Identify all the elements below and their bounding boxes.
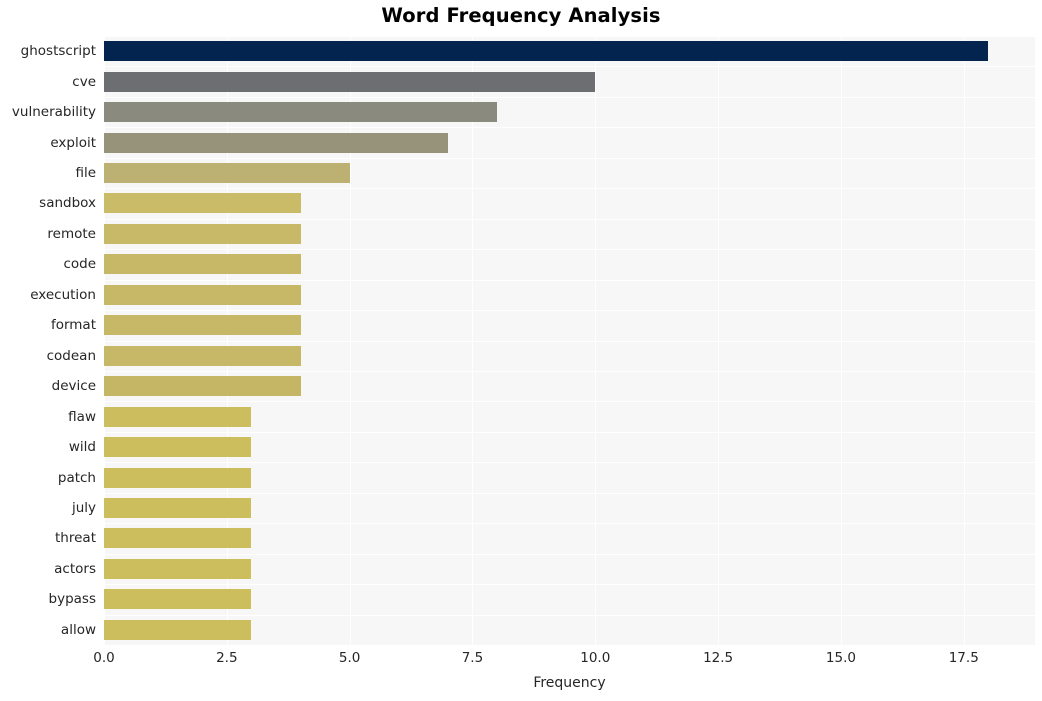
chart-figure: Word Frequency Analysis ghostscript cve vu… [0,0,1042,701]
y-tick-label: threat [55,530,96,547]
y-tick-label: bypass [48,591,96,608]
y-tick-label: patch [57,469,96,486]
x-tick-label: 7.5 [461,650,484,666]
y-tick-label: vulnerability [11,104,96,121]
y-tick-label: sandbox [39,195,96,212]
y-tick-label: flaw [68,408,96,425]
chart-title: Word Frequency Analysis [381,4,661,27]
x-tick-label: 15.0 [825,650,856,666]
y-tick-label: exploit [50,134,96,151]
y-tick-label: july [71,499,96,516]
x-tick-label: 2.5 [216,650,238,666]
y-tick-label: execution [30,286,96,303]
x-tick-label: 10.0 [580,650,611,666]
y-tick-label: code [63,256,96,273]
y-tick-label: remote [47,225,96,242]
y-tick-label: device [51,378,96,395]
x-tick-label: 0.0 [93,650,115,666]
y-tick-label: ghostscript [20,43,96,60]
x-tick-label: 12.5 [703,650,734,666]
gridline-horizontal [104,645,1035,646]
y-tick-label: file [75,165,96,182]
y-axis-tick-labels: ghostscript cve vulnerability exploit file sa… [0,36,1042,645]
y-tick-label: codean [46,347,96,364]
x-tick-label: 5.0 [338,650,361,666]
x-axis-title: Frequency [533,675,606,691]
y-tick-label: cve [72,73,96,90]
y-tick-label: format [50,317,96,334]
y-tick-label: allow [60,621,96,638]
y-tick-label: actors [54,560,96,577]
y-tick-label: wild [68,439,96,456]
x-tick-label: 17.5 [948,650,979,666]
